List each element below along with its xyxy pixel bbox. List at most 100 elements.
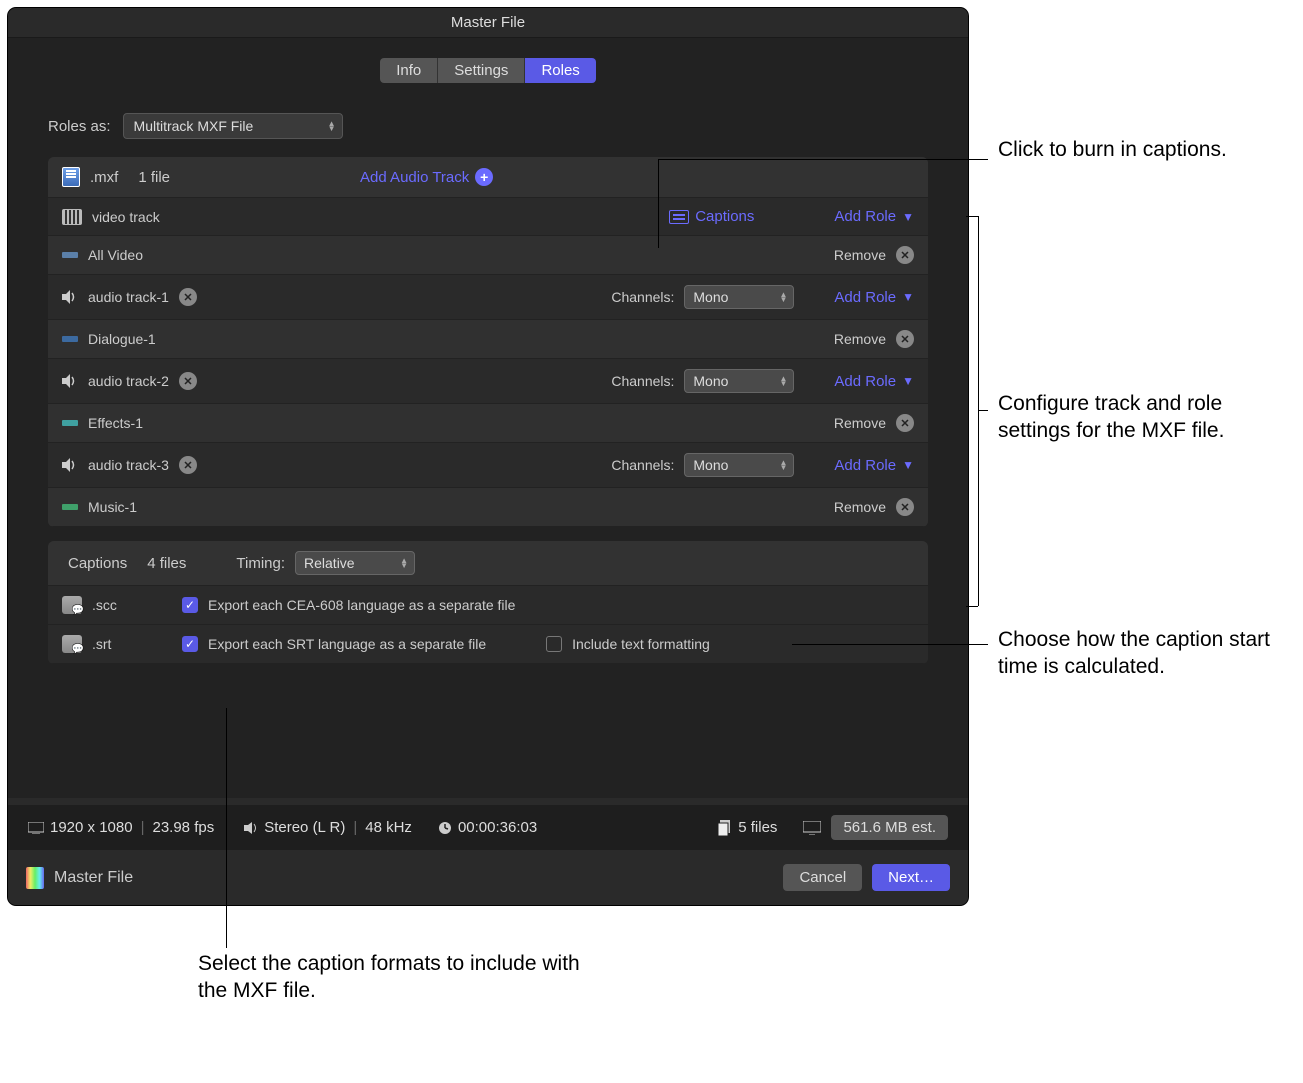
captions-button[interactable]: Captions	[669, 208, 754, 225]
footer-title: Master File	[54, 869, 133, 887]
audio-track-row: audio track-3 ✕ Channels: Mono ▲▼ Add Ro…	[48, 443, 928, 488]
speaker-icon	[62, 458, 78, 472]
remove-label: Remove	[834, 499, 886, 515]
role-color-chip	[62, 504, 78, 510]
captions-file-count: 4 files	[147, 555, 186, 572]
callout-timing: Choose how the caption start time is cal…	[998, 626, 1278, 681]
tab-group: Info Settings Roles	[380, 58, 596, 83]
window-title: Master File	[451, 14, 525, 31]
captions-panel: Captions 4 files Timing: Relative ▲▼ .sc…	[48, 541, 928, 664]
speaker-icon	[62, 374, 78, 388]
updown-icon: ▲▼	[779, 460, 787, 470]
rate: 48 kHz	[365, 819, 412, 836]
srt-checkbox[interactable]: ✓	[182, 636, 198, 652]
titlebar: Master File	[8, 8, 968, 38]
audio-role-row: Effects-1 Remove ✕	[48, 404, 928, 443]
channels-label: Channels:	[611, 457, 674, 473]
fps: 23.98 fps	[152, 819, 214, 836]
speaker-icon	[62, 290, 78, 304]
role-color-chip	[62, 252, 78, 258]
role-label: Effects-1	[88, 415, 143, 431]
srt-ext: .srt	[92, 636, 172, 652]
monitor-icon	[28, 822, 44, 834]
chevron-down-icon: ▼	[902, 458, 914, 472]
remove-label: Remove	[834, 247, 886, 263]
film-icon	[62, 209, 82, 225]
remove-button[interactable]: ✕	[896, 246, 914, 264]
scc-ext: .scc	[92, 597, 172, 613]
role-label: Music-1	[88, 499, 137, 515]
include-fmt-label: Include text formatting	[572, 636, 710, 652]
channels-select[interactable]: Mono ▲▼	[684, 285, 794, 309]
audio: Stereo (L R)	[264, 819, 345, 836]
audio-track-label: audio track-3	[88, 457, 169, 473]
all-video-row: All Video Remove ✕	[48, 236, 928, 275]
channels-select[interactable]: Mono ▲▼	[684, 453, 794, 477]
file-icon	[62, 167, 80, 187]
callout-configure: Configure track and role settings for th…	[998, 390, 1278, 445]
caption-file-icon	[62, 596, 82, 614]
remove-label: Remove	[834, 331, 886, 347]
remove-track-button[interactable]: ✕	[179, 456, 197, 474]
chevron-down-icon: ▼	[902, 374, 914, 388]
remove-track-button[interactable]: ✕	[179, 372, 197, 390]
timing-select[interactable]: Relative ▲▼	[295, 551, 415, 575]
audio-role-row: Music-1 Remove ✕	[48, 488, 928, 527]
callout-formats: Select the caption formats to include wi…	[198, 950, 598, 1005]
clock-icon	[438, 821, 452, 835]
tab-info[interactable]: Info	[380, 58, 438, 83]
duration: 00:00:36:03	[458, 819, 537, 836]
display-icon	[803, 821, 821, 835]
add-audio-track-button[interactable]: Add Audio Track +	[360, 168, 493, 186]
tab-settings[interactable]: Settings	[438, 58, 525, 83]
cancel-button[interactable]: Cancel	[783, 864, 862, 891]
timing-label: Timing:	[236, 555, 285, 572]
chevron-down-icon: ▼	[902, 210, 914, 224]
updown-icon: ▲▼	[779, 292, 787, 302]
files: 5 files	[738, 819, 777, 836]
remove-button[interactable]: ✕	[896, 498, 914, 516]
role-label: Dialogue-1	[88, 331, 156, 347]
roles-as-select[interactable]: Multitrack MXF File ▲▼	[123, 113, 343, 139]
remove-button[interactable]: ✕	[896, 330, 914, 348]
audio-track-row: audio track-1 ✕ Channels: Mono ▲▼ Add Ro…	[48, 275, 928, 320]
chevron-down-icon: ▼	[902, 290, 914, 304]
updown-icon: ▲▼	[400, 558, 408, 568]
mxf-ext: .mxf	[90, 169, 118, 186]
remove-button[interactable]: ✕	[896, 414, 914, 432]
remove-label: Remove	[834, 415, 886, 431]
role-color-chip	[62, 336, 78, 342]
mxf-panel: .mxf 1 file Add Audio Track + video trac…	[48, 157, 928, 527]
app-icon	[26, 867, 44, 889]
status-bar: 1920 x 1080 | 23.98 fps Stereo (L R) | 4…	[8, 805, 968, 850]
updown-icon: ▲▼	[328, 121, 336, 131]
audio-track-row: audio track-2 ✕ Channels: Mono ▲▼ Add Ro…	[48, 359, 928, 404]
files-icon	[718, 820, 732, 836]
scc-cb-label: Export each CEA-608 language as a separa…	[208, 597, 515, 613]
add-role-button[interactable]: Add Role ▼	[834, 208, 914, 225]
plus-icon: +	[475, 168, 493, 186]
channels-label: Channels:	[611, 289, 674, 305]
speaker-icon	[244, 822, 258, 834]
all-video-label: All Video	[88, 247, 143, 263]
add-role-button[interactable]: Add Role ▼	[834, 457, 914, 474]
caption-file-icon	[62, 635, 82, 653]
tab-roles[interactable]: Roles	[525, 58, 595, 83]
callout-burn-in: Click to burn in captions.	[998, 136, 1227, 163]
add-role-button[interactable]: Add Role ▼	[834, 373, 914, 390]
audio-track-label: audio track-2	[88, 373, 169, 389]
mxf-file-count: 1 file	[138, 169, 170, 186]
scc-row: .scc ✓ Export each CEA-608 language as a…	[48, 586, 928, 625]
footer: Master File Cancel Next…	[8, 850, 968, 905]
srt-cb-label: Export each SRT language as a separate f…	[208, 636, 486, 652]
updown-icon: ▲▼	[779, 376, 787, 386]
add-role-button[interactable]: Add Role ▼	[834, 289, 914, 306]
channels-label: Channels:	[611, 373, 674, 389]
next-button[interactable]: Next…	[872, 864, 950, 891]
include-fmt-checkbox[interactable]	[546, 636, 562, 652]
captions-icon	[669, 210, 689, 224]
scc-checkbox[interactable]: ✓	[182, 597, 198, 613]
audio-role-row: Dialogue-1 Remove ✕	[48, 320, 928, 359]
channels-select[interactable]: Mono ▲▼	[684, 369, 794, 393]
remove-track-button[interactable]: ✕	[179, 288, 197, 306]
